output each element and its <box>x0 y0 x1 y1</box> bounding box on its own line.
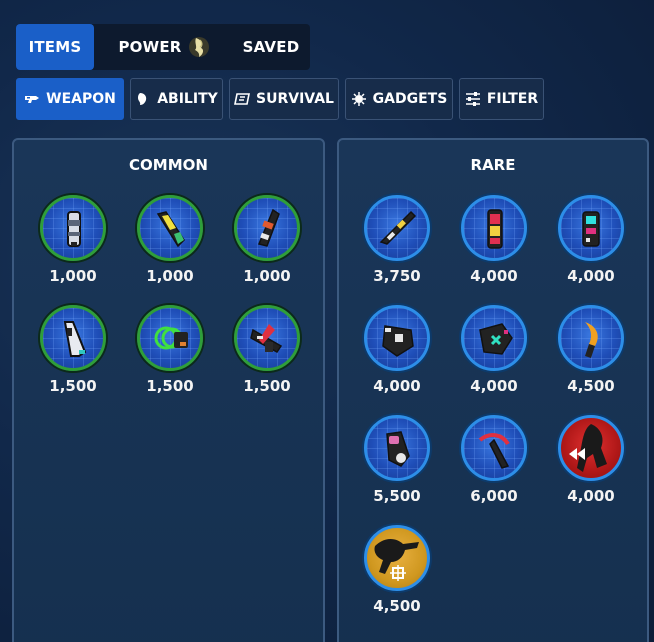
weapon-icon <box>25 96 40 103</box>
rare-item-4[interactable]: 4,000 <box>352 305 442 395</box>
item-price: 6,000 <box>470 487 518 505</box>
item-price: 4,000 <box>567 487 615 505</box>
grenade-canister-icon <box>40 195 106 261</box>
item-price: 5,500 <box>373 487 421 505</box>
item-price: 1,500 <box>146 377 194 395</box>
filter-weapon-button[interactable]: WEAPON <box>16 78 124 120</box>
launcher-icon <box>40 305 106 371</box>
filter-survival-button[interactable]: SURVIVAL <box>229 78 339 120</box>
ability-icon <box>138 93 147 105</box>
filter-gadgets-button[interactable]: GADGETS <box>345 78 453 120</box>
item-price: 4,000 <box>470 267 518 285</box>
blaster-icon <box>234 195 300 261</box>
filter-ability-button[interactable]: ABILITY <box>130 78 223 120</box>
cross-launcher-icon <box>461 305 527 371</box>
common-item-3[interactable]: 1,000 <box>222 195 312 285</box>
crossbow-icon <box>234 305 300 371</box>
item-price: 1,500 <box>49 377 97 395</box>
rare-item-2[interactable]: 4,000 <box>449 195 539 285</box>
power-icon <box>188 37 209 57</box>
filter-label: FILTER <box>486 91 539 107</box>
flame-blade-icon <box>558 305 624 371</box>
item-price: 1,000 <box>49 267 97 285</box>
sniper-rifle-icon <box>364 195 430 261</box>
sliders-icon <box>465 92 480 106</box>
item-price: 3,750 <box>373 267 421 285</box>
filter-survival-label: SURVIVAL <box>256 91 334 107</box>
filter-weapon-label: WEAPON <box>46 91 116 107</box>
filter-ability-label: ABILITY <box>157 91 218 107</box>
survival-icon <box>234 93 251 105</box>
item-price: 4,000 <box>567 267 615 285</box>
rare-item-3[interactable]: 4,000 <box>546 195 636 285</box>
ring-cannon-icon <box>137 305 203 371</box>
filter-gadgets-label: GADGETS <box>372 91 448 107</box>
rare-panel: RARE 3,750 4,000 4,000 4,000 4,000 4,500… <box>337 138 649 642</box>
common-item-2[interactable]: 1,000 <box>125 195 215 285</box>
item-price: 4,000 <box>373 377 421 395</box>
device-icon <box>558 195 624 261</box>
tab-power[interactable]: POWER <box>94 24 234 70</box>
common-panel: COMMON 1,000 1,000 1,000 1,500 1,500 1,5… <box>12 138 325 642</box>
rare-item-8[interactable]: 6,000 <box>449 415 539 505</box>
common-item-1[interactable]: 1,000 <box>28 195 118 285</box>
grapple-ability-icon <box>364 525 430 591</box>
filter-button[interactable]: FILTER <box>459 78 544 120</box>
item-price: 4,000 <box>470 377 518 395</box>
gadgets-icon <box>351 92 366 106</box>
rare-item-1[interactable]: 3,750 <box>352 195 442 285</box>
energy-canister-icon <box>461 195 527 261</box>
rifle-icon <box>137 195 203 261</box>
rush-ability-icon <box>558 415 624 481</box>
rare-item-5[interactable]: 4,000 <box>449 305 539 395</box>
pickaxe-icon <box>461 415 527 481</box>
item-price: 1,500 <box>243 377 291 395</box>
common-item-4[interactable]: 1,500 <box>28 305 118 395</box>
tab-items[interactable]: ITEMS <box>16 24 94 70</box>
common-item-6[interactable]: 1,500 <box>222 305 312 395</box>
tab-saved[interactable]: SAVED <box>234 24 308 70</box>
category-filter-bar: WEAPON ABILITY SURVIVAL GADGETS FILTER <box>16 78 544 120</box>
rare-item-6[interactable]: 4,500 <box>546 305 636 395</box>
rare-panel-title: RARE <box>470 156 516 174</box>
rare-item-7[interactable]: 5,500 <box>352 415 442 505</box>
rare-item-10[interactable]: 4,500 <box>352 525 442 615</box>
top-tab-bar: ITEMS POWER SAVED <box>16 24 310 70</box>
common-item-5[interactable]: 1,500 <box>125 305 215 395</box>
pink-gauntlet-icon <box>364 415 430 481</box>
common-panel-title: COMMON <box>129 156 208 174</box>
item-price: 4,500 <box>567 377 615 395</box>
item-price: 4,500 <box>373 597 421 615</box>
rare-item-9[interactable]: 4,000 <box>546 415 636 505</box>
item-price: 1,000 <box>146 267 194 285</box>
tab-power-label: POWER <box>118 38 182 56</box>
heavy-blaster-icon <box>364 305 430 371</box>
item-price: 1,000 <box>243 267 291 285</box>
